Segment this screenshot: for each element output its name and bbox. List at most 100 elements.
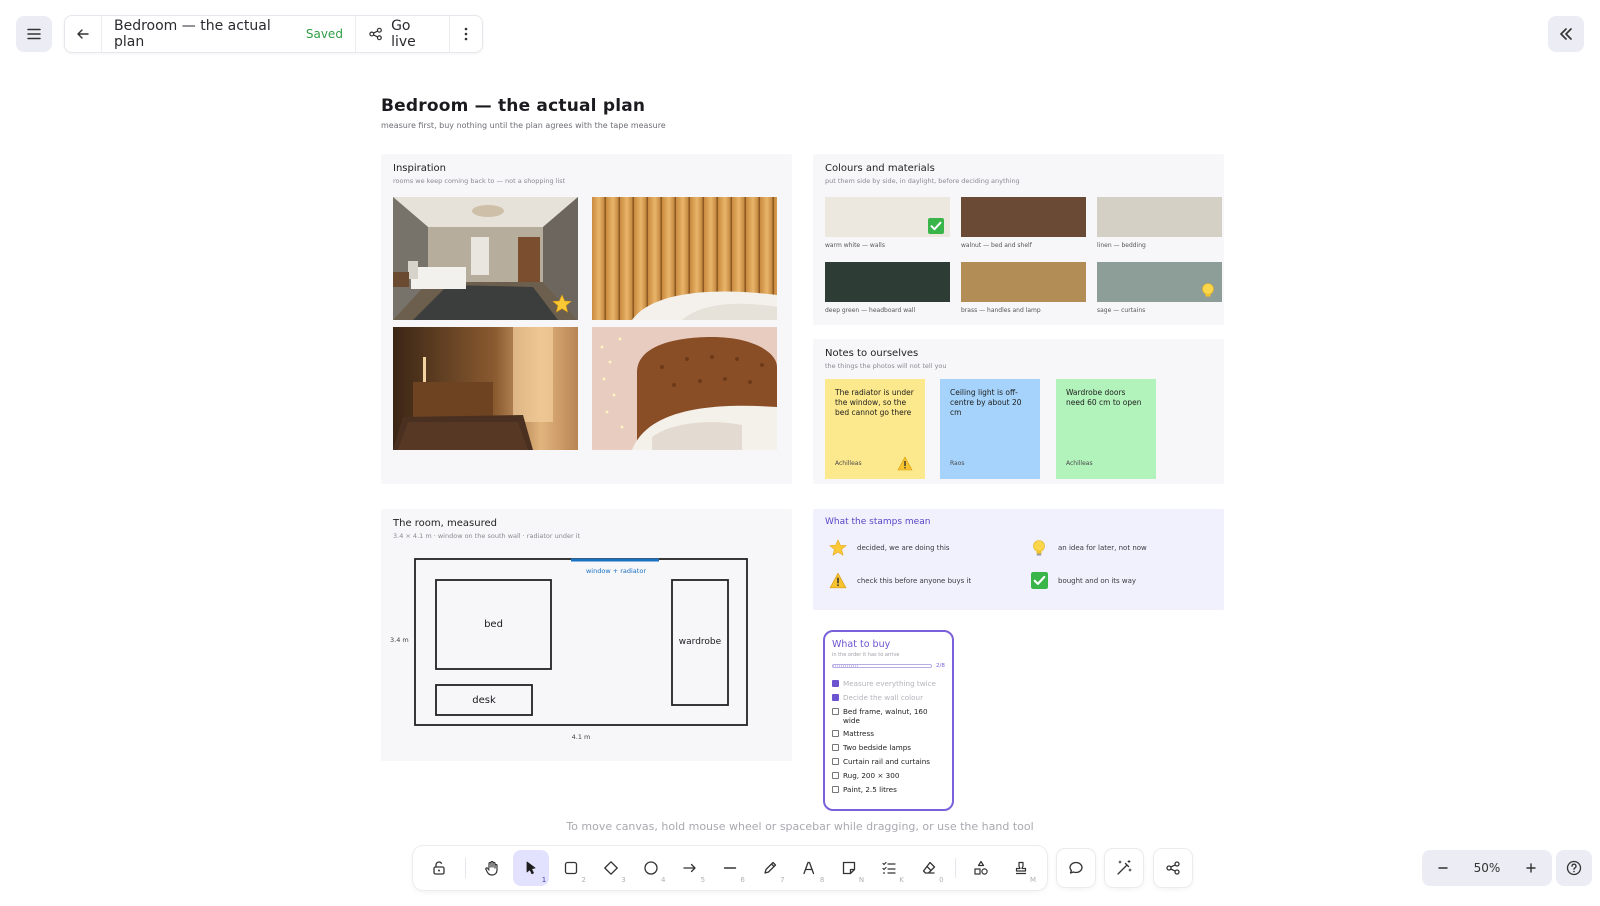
rectangle-tool-button[interactable]: 2 [553,850,589,886]
sticky-note-tool-button[interactable]: N [831,850,867,886]
stamp-legend-frame[interactable]: What the stamps mean decided, we are doi… [813,509,1224,610]
height-dimension: 3.4 m [390,636,409,644]
swatch-walnut[interactable] [961,197,1086,237]
checklist-item[interactable]: Two bedside lamps [832,743,945,752]
sticky-note[interactable]: Ceiling light is off-centre by about 20 … [940,379,1040,479]
back-button[interactable] [65,16,102,52]
checkbox[interactable] [832,707,839,715]
chevrons-left-icon [1560,28,1572,40]
document-title-area[interactable]: Bedroom — the actual plan Saved [102,16,356,52]
inspiration-title: Inspiration [393,163,447,174]
checkbox[interactable] [832,785,839,793]
checkbox[interactable] [832,771,839,779]
checklist-item[interactable]: Rug, 200 × 300 [832,771,945,780]
share-button[interactable] [1154,849,1192,887]
sticky-note[interactable]: Wardrobe doors need 60 cm to open Achill… [1056,379,1156,479]
bedroom-image [393,197,578,320]
sticky-note-text: Wardrobe doors need 60 cm to open [1066,388,1142,407]
draw-tool-button[interactable]: 7 [752,850,788,886]
eraser-tool-button[interactable]: 0 [911,850,947,886]
swatch-label: brass — handles and lamp [961,307,1041,314]
comment-icon [1069,861,1083,874]
sticky-note[interactable]: The radiator is under the window, so the… [825,379,925,479]
zoom-in-button[interactable] [1518,855,1544,881]
checklist-item-label: Paint, 2.5 litres [843,784,897,794]
checklist-tool-button[interactable]: K [871,850,907,886]
comment-button[interactable] [1057,849,1095,887]
inspiration-frame[interactable]: Inspiration rooms we keep coming back to… [381,154,792,484]
notes-title: Notes to ourselves [825,348,919,359]
legend-item: decided, we are doing this [827,539,950,557]
shortcut-key: K [899,876,904,884]
headboard-photo[interactable] [592,327,777,450]
legend-item: an idea for later, not now [1028,539,1147,557]
sticky-note-text: Ceiling light is off-centre by about 20 … [950,388,1022,417]
zoom-out-button[interactable] [1430,855,1456,881]
swatch-label: warm white — walls [825,242,885,249]
checklist-item-label: Two bedside lamps [843,743,912,753]
hand-tool-button[interactable] [474,850,510,886]
checklist-item[interactable]: Measure everything twice [832,679,945,688]
legend-label: check this before anyone buys it [857,576,972,585]
width-dimension: 4.1 m [571,733,591,741]
lock-tool-button[interactable] [421,850,457,886]
checklist-item[interactable]: Decide the wall colour [832,693,945,702]
shapes-library-button[interactable] [964,850,1000,886]
shortcut-key: 5 [700,876,706,884]
shortcut-key: 0 [939,876,944,884]
notes-frame[interactable]: Notes to ourselves the things the photos… [813,339,1224,484]
bedroom-photo[interactable] [393,197,578,320]
legend-label: an idea for later, not now [1058,544,1147,552]
swatch-linen[interactable] [1097,197,1222,237]
warning-icon [829,572,847,589]
swatch-deep-green[interactable] [825,262,950,302]
shortcut-key: 4 [660,876,666,884]
wood-slats-image [592,197,777,320]
checklist-item[interactable]: Curtain rail and curtains [832,757,945,766]
shortcut-key: 7 [780,876,785,884]
board-subtitle[interactable]: measure first, buy nothing until the pla… [381,121,666,130]
zoom-controls: 50% [1422,850,1552,886]
checkbox[interactable] [832,680,839,687]
wood-panel-photo[interactable] [592,197,777,320]
diamond-tool-button[interactable]: 3 [593,850,629,886]
swatch-sage[interactable] [1097,262,1222,302]
shopping-checklist[interactable]: What to buy in the order it has to arriv… [823,630,954,811]
ellipse-tool-button[interactable]: 4 [633,850,669,886]
warning-stamp-icon [897,456,913,471]
stamp-tool-button[interactable]: M [1003,850,1039,886]
warm-bedroom-photo[interactable] [393,327,578,450]
room-plan-frame[interactable]: The room, measured 3.4 × 4.1 m · window … [381,509,792,761]
more-options-button[interactable] [450,16,482,52]
checklist-title: What to buy [832,639,891,650]
checkbox[interactable] [832,730,839,738]
zoom-level[interactable]: 50% [1474,861,1501,875]
checklist-item[interactable]: Paint, 2.5 litres [832,785,945,794]
selection-tool-button[interactable]: 1 [513,850,550,886]
checkbox[interactable] [832,757,839,765]
line-tool-button[interactable]: 6 [712,850,748,886]
colours-frame[interactable]: Colours and materials put them side by s… [813,154,1224,325]
floor-plan-drawing [414,558,748,726]
swatch-warm-white[interactable] [825,197,950,237]
main-menu-button[interactable] [16,16,52,52]
board-title[interactable]: Bedroom — the actual plan [381,96,645,116]
document-title[interactable]: Bedroom — the actual plan [114,18,294,50]
line-icon [723,867,737,869]
collapse-sidebar-button[interactable] [1548,16,1584,52]
checkbox[interactable] [832,744,839,752]
checkbox[interactable] [832,693,839,701]
wardrobe-label: wardrobe [678,637,722,647]
go-live-button[interactable]: Go live [356,16,450,52]
colours-subtitle: put them side by side, in daylight, befo… [825,177,1020,185]
magic-tools-button[interactable] [1105,849,1143,887]
help-button[interactable] [1556,850,1592,886]
text-tool-button[interactable]: 8 [792,850,828,886]
shortcut-key: 2 [581,876,586,884]
progress-bar [832,664,932,668]
sticky-note-author: Raos [950,460,965,467]
checklist-item[interactable]: Bed frame, walnut, 160 wide [832,707,945,725]
arrow-tool-button[interactable]: 5 [672,850,708,886]
checklist-item[interactable]: Mattress [832,729,945,738]
swatch-brass[interactable] [961,262,1086,302]
